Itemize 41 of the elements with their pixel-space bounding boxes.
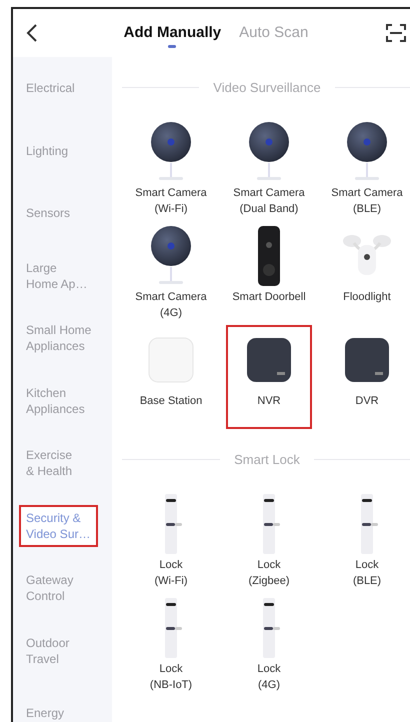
scan-icon[interactable] [386,24,406,42]
device-tile[interactable]: NVR [226,325,312,429]
camera-icon [149,121,193,183]
device-label: Lock (NB-IoT) [150,662,192,693]
camera-icon [247,121,291,183]
camera-icon [345,121,389,183]
back-icon[interactable] [26,23,38,43]
device-tile[interactable]: Smart Doorbell [226,221,312,325]
device-label: Lock (Wi-Fi) [154,558,188,589]
device-tile[interactable]: Lock (NB-IoT) [128,593,214,697]
device-label: Smart Doorbell [232,290,306,305]
device-label: DVR [355,394,379,409]
device-label: Smart Camera (Wi-Fi) [135,186,207,217]
recorder-icon [344,337,390,383]
device-tile[interactable]: Smart Camera (BLE) [324,117,410,221]
device-tile[interactable]: Smart Camera (Dual Band) [226,117,312,221]
section-title: Smart Lock [234,452,300,466]
device-tile[interactable]: Floodlight [324,221,410,325]
device-label: Base Station [140,394,202,409]
camera-icon [149,225,193,287]
tab[interactable]: Add Manually [124,18,222,48]
base-station-icon [148,337,194,383]
device-tile[interactable]: Lock (BLE) [324,489,410,593]
device-label: Smart Camera (4G) [135,290,207,321]
device-tile[interactable]: Lock (4G) [226,593,312,697]
device-label: Lock (BLE) [352,558,382,589]
section-title: Video Surveillance [213,80,321,94]
device-tile[interactable]: Smart Camera (4G) [128,221,214,325]
device-tile[interactable]: Lock (Zigbee) [226,489,312,593]
device-label: Smart Camera (BLE) [331,186,403,217]
device-label: NVR [257,394,281,409]
device-label: Lock (Zigbee) [248,558,290,589]
device-label: Lock (4G) [257,662,281,693]
doorbell-icon [257,225,281,287]
device-tile[interactable]: Lock (Wi-Fi) [128,489,214,593]
recorder-icon [246,337,292,383]
device-label: Smart Camera (Dual Band) [233,186,305,217]
device-tile[interactable]: Smart Camera (Wi-Fi) [128,117,214,221]
device-tile[interactable]: DVR [324,325,410,429]
device-tile[interactable]: Base Station [128,325,214,429]
device-label: Floodlight [343,290,391,305]
